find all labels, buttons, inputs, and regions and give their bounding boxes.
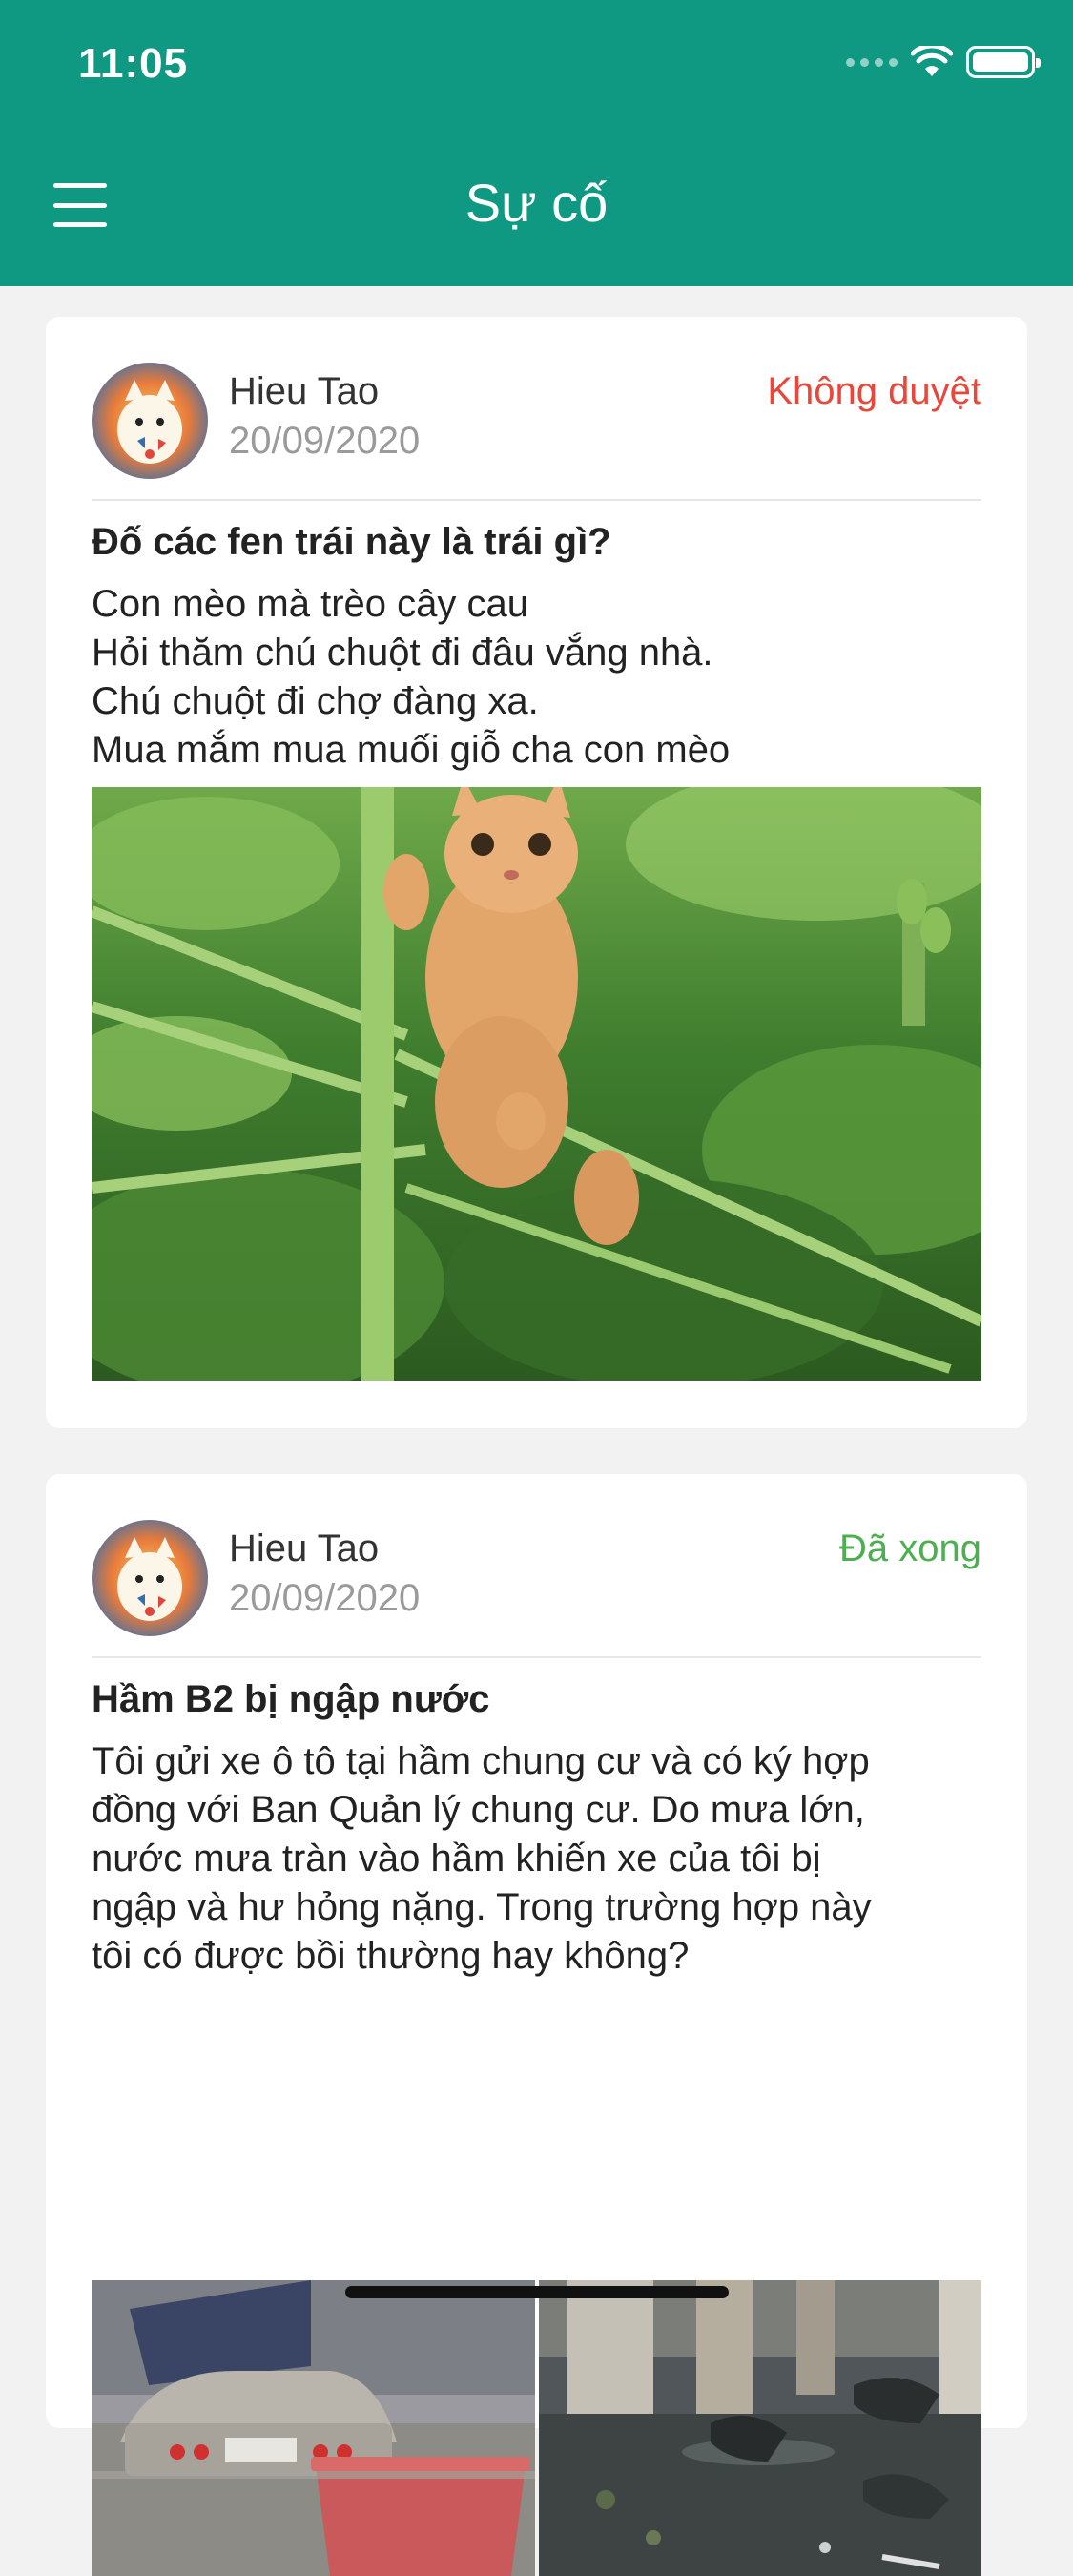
post-date: 20/09/2020 [229,420,421,462]
post-title: Đố các fen trái này là trái gì? [92,521,611,563]
post-body: Tôi gửi xe ô tô tại hầm chung cư và có k… [92,1737,981,1981]
post-body-line: Mua mắm mua muối giỗ cha con mèo [92,729,731,771]
avatar[interactable] [92,363,208,479]
post-card[interactable]: Hieu Tao 20/09/2020 Không duyệt Đố các f… [46,317,1027,1428]
battery-icon [966,46,1041,78]
author-name: Hieu Tao [229,370,380,412]
status-icons [846,46,1041,78]
avatar[interactable] [92,1520,208,1636]
status-badge: Không duyệt [767,370,981,412]
post-body-line: Hỏi thăm chú chuột đi đâu vắng nhà. [92,632,713,674]
post-image[interactable] [92,2280,535,2576]
post-body-line: Tôi gửi xe ô tô tại hầm chung cư và có k… [92,1740,870,1782]
post-body-line: Con mèo mà trèo cây cau [92,583,528,625]
post-title: Hầm B2 bị ngập nước [92,1678,490,1720]
page-title: Sự cố [464,173,609,233]
post-image[interactable] [92,787,981,1381]
post-body-line: tôi có được bồi thường hay không? [92,1935,690,1977]
post-body-line: ngập và hư hỏng nặng. Trong trường hợp n… [92,1886,872,1928]
status-badge: Đã xong [839,1527,981,1569]
home-indicator[interactable] [345,2286,729,2298]
app-header: 11:05 Sự cố [0,0,1073,286]
post-body: Con mèo mà trèo cây cau Hỏi thăm chú chu… [92,580,981,775]
post-card[interactable]: Hieu Tao 20/09/2020 Đã xong Hầm B2 bị ng… [46,1474,1027,2576]
status-time: 11:05 [78,40,189,87]
post-body-line: đồng với Ban Quản lý chung cư. Do mưa lớ… [92,1789,865,1831]
post-image-grid [92,2280,981,2576]
post-date: 20/09/2020 [229,1577,421,1619]
author-name: Hieu Tao [229,1527,380,1569]
divider [92,1656,981,1658]
post-body-line: nước mưa tràn vào hầm khiến xe của tôi b… [92,1838,821,1880]
wifi-icon [911,46,953,78]
post-body-line: Chú chuột đi chợ đàng xa. [92,680,539,722]
cellular-signal-icon [846,57,898,67]
divider [92,499,981,501]
post-image[interactable] [538,2280,981,2576]
